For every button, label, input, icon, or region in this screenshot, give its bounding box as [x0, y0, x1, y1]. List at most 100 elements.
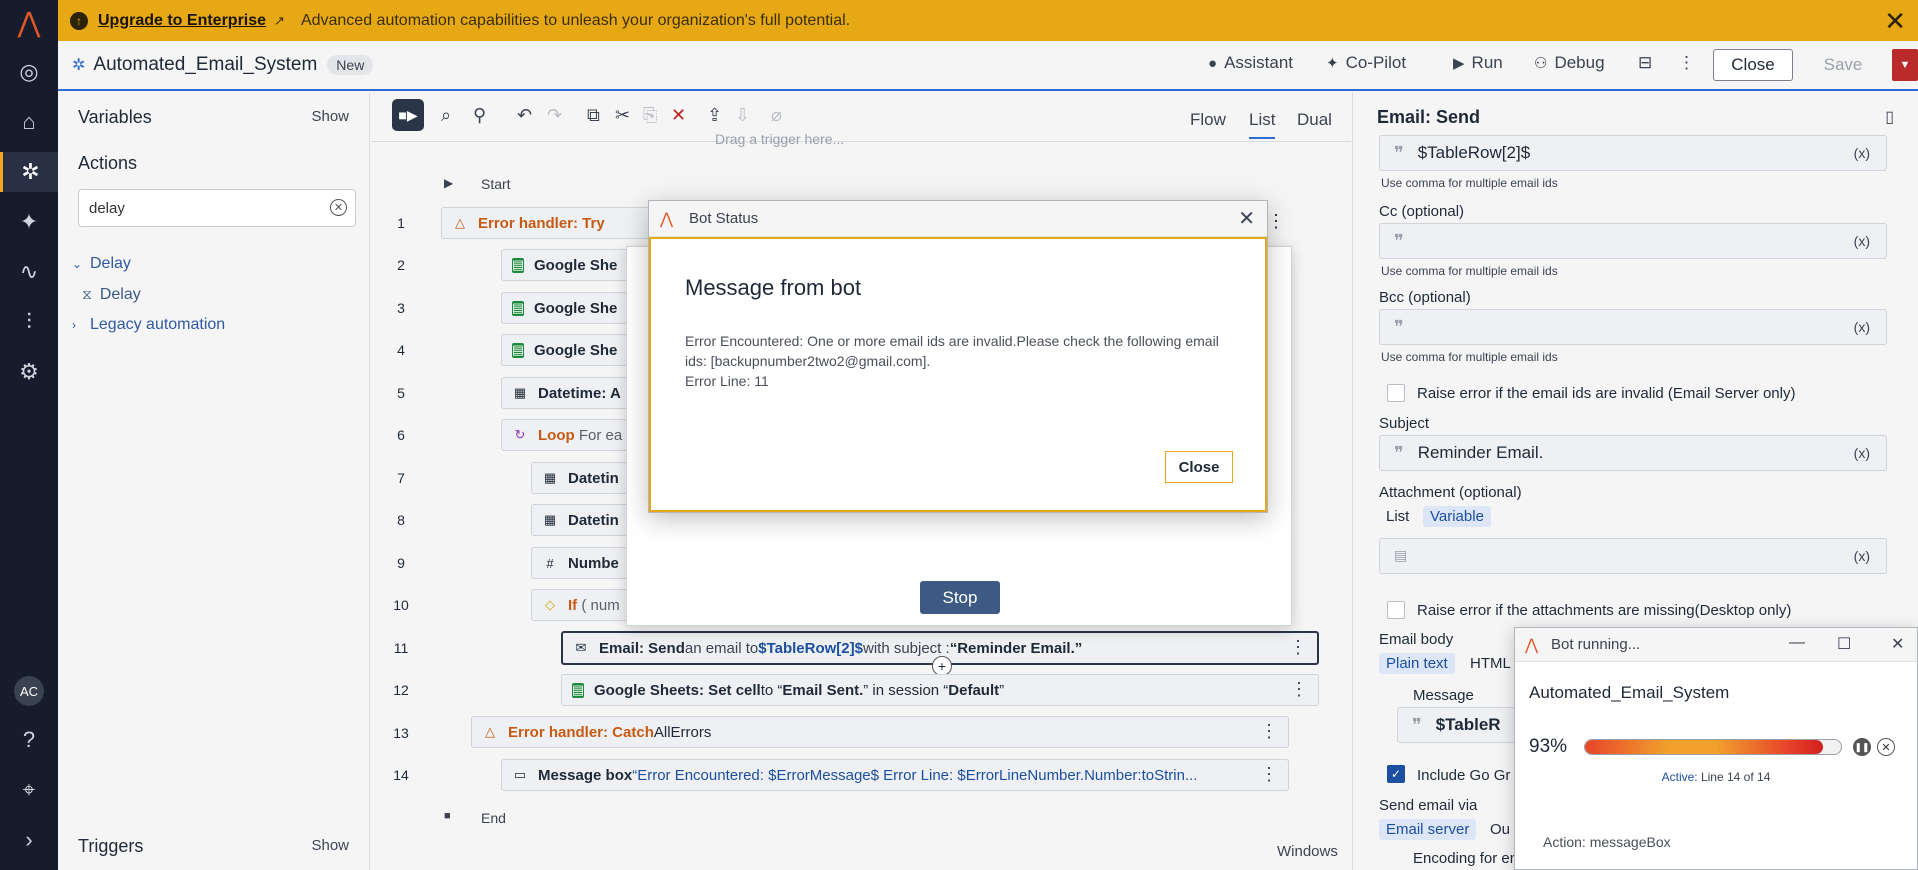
cc-field[interactable]: ❞ (x): [1379, 223, 1887, 259]
close-icon[interactable]: ✕: [1891, 634, 1904, 654]
dialog-close-button[interactable]: Close: [1165, 451, 1233, 483]
line-number: 11: [393, 640, 409, 656]
import-icon[interactable]: ⇩: [735, 105, 750, 126]
tree-item-legacy-automation[interactable]: › Legacy automation: [72, 316, 225, 334]
actions-search-input[interactable]: [78, 189, 356, 227]
upgrade-link[interactable]: Upgrade to Enterprise: [98, 12, 266, 30]
help-icon[interactable]: ?: [0, 720, 58, 760]
editor-header: ✲ Automated_Email_System New ● Assistant …: [58, 41, 1918, 91]
ai-icon[interactable]: ✦: [0, 202, 58, 242]
record-icon[interactable]: ■▶: [392, 99, 424, 131]
debug-button[interactable]: ⚇ Debug: [1534, 53, 1605, 73]
maximize-icon[interactable]: ☐: [1837, 634, 1851, 654]
automation-anywhere-logo-icon[interactable]: ⋀: [0, 2, 58, 42]
body-tab-plain-text[interactable]: Plain text: [1379, 653, 1455, 674]
automation-icon[interactable]: ✲: [0, 152, 58, 192]
clear-search-icon[interactable]: ✕: [330, 199, 347, 216]
activity-icon[interactable]: ∿: [0, 252, 58, 292]
search-icon[interactable]: ⚲: [473, 105, 486, 126]
stop-icon[interactable]: ✕: [1877, 738, 1895, 756]
raise-error-attachments-checkbox[interactable]: [1387, 601, 1405, 619]
manage-icon[interactable]: ⫶: [0, 302, 58, 342]
find-icon[interactable]: ⌕: [441, 105, 451, 126]
run-button[interactable]: ▶ Run: [1453, 53, 1503, 73]
variable-insert-icon[interactable]: (x): [1854, 233, 1870, 249]
location-icon[interactable]: ⌖: [0, 770, 58, 810]
stop-button[interactable]: Stop: [920, 581, 1000, 614]
add-action-icon[interactable]: +: [932, 656, 952, 676]
pause-icon[interactable]: ❚❚: [1853, 738, 1871, 756]
attachment-field[interactable]: ▤ (x): [1379, 538, 1887, 574]
end-stop-icon: ■: [444, 810, 451, 822]
loop-icon: ↻: [514, 427, 526, 442]
document-icon[interactable]: ▯: [1885, 107, 1894, 127]
dialog-close-icon[interactable]: ✕: [1238, 206, 1255, 231]
line-number: 2: [397, 257, 405, 273]
windows-label: Windows: [1277, 843, 1338, 860]
to-field[interactable]: ❞ $TableRow[2]$ (x): [1379, 135, 1887, 171]
tab-flow[interactable]: Flow: [1190, 110, 1226, 130]
disable-icon[interactable]: ⌀: [771, 105, 782, 126]
minimize-icon[interactable]: —: [1789, 634, 1805, 652]
delete-icon[interactable]: ✕: [671, 105, 686, 126]
paste-icon[interactable]: ⎘: [643, 105, 657, 126]
tab-dual[interactable]: Dual: [1297, 110, 1332, 130]
variable-insert-icon[interactable]: (x): [1854, 319, 1870, 335]
subject-field[interactable]: ❞ Reminder Email. (x): [1379, 435, 1887, 471]
include-checkbox[interactable]: ✓: [1387, 765, 1405, 783]
close-button[interactable]: Close: [1713, 49, 1793, 81]
line-number: 1: [397, 215, 405, 231]
variables-show-link[interactable]: Show: [311, 108, 349, 125]
attachment-tab-list[interactable]: List: [1379, 506, 1416, 527]
tree-item-delay-action[interactable]: ⧖ Delay: [82, 286, 141, 304]
progress-bar: [1584, 739, 1842, 755]
export-icon[interactable]: ⇪: [707, 105, 722, 126]
more-menu-icon[interactable]: ⋮: [1678, 53, 1695, 73]
bcc-field[interactable]: ❞ (x): [1379, 309, 1887, 345]
tab-list[interactable]: List: [1249, 110, 1276, 139]
tree-item-delay-group[interactable]: ⌄ Delay: [72, 255, 131, 273]
row-more-icon[interactable]: ⋮: [1290, 679, 1308, 700]
subject-label: Subject: [1379, 415, 1430, 432]
send-tab-email-server[interactable]: Email server: [1379, 819, 1477, 840]
redo-icon[interactable]: ↷: [547, 105, 562, 126]
send-tab-outlook[interactable]: Ou: [1483, 819, 1517, 840]
body-tab-html[interactable]: HTML: [1463, 653, 1518, 674]
row-more-icon[interactable]: ⋮: [1289, 637, 1307, 658]
triggers-show-link[interactable]: Show: [311, 837, 349, 854]
calendar-icon: ▦: [513, 385, 527, 400]
expand-icon[interactable]: ›: [0, 820, 58, 860]
cut-icon[interactable]: ✂: [615, 105, 630, 126]
undo-icon[interactable]: ↶: [517, 105, 532, 126]
settings-icon[interactable]: ⚙: [0, 352, 58, 392]
variable-insert-icon[interactable]: (x): [1854, 145, 1870, 161]
action-row-google-sheets-set-cell[interactable]: ▤ Google Sheets: Set cell to “Email Sent…: [561, 674, 1319, 706]
variable-insert-icon[interactable]: (x): [1854, 445, 1870, 461]
variable-insert-icon[interactable]: (x): [1854, 548, 1870, 564]
message-text: Error Encountered: One or more email ids…: [685, 331, 1225, 391]
row-more-icon[interactable]: ⋮: [1267, 211, 1285, 232]
if-diamond-icon: ◇: [545, 597, 555, 612]
action-row-error-catch[interactable]: ⌄ △ Error handler: Catch AllErrors ⋮: [471, 716, 1289, 748]
action-row-message-box[interactable]: ▭ Message box “Error Encountered: $Error…: [501, 759, 1289, 791]
attachment-tab-variable[interactable]: Variable: [1423, 506, 1491, 527]
dialog-body: Message from bot Error Encountered: One …: [649, 237, 1267, 512]
start-label: Start: [481, 176, 511, 192]
explore-icon[interactable]: ◎: [0, 52, 58, 92]
row-more-icon[interactable]: ⋮: [1260, 764, 1278, 785]
layout-icon[interactable]: ⊟: [1638, 53, 1652, 73]
home-icon[interactable]: ⌂: [0, 102, 58, 142]
active-label: Active:: [1661, 770, 1698, 784]
error-message: Error Encountered: One or more email ids…: [685, 333, 1219, 369]
copy-icon[interactable]: ⧉: [587, 105, 600, 126]
copilot-button[interactable]: ✦ Co-Pilot: [1326, 53, 1406, 73]
quote-icon: ❞: [1394, 316, 1404, 338]
row-more-icon[interactable]: ⋮: [1260, 721, 1278, 742]
banner-close-icon[interactable]: ✕: [1884, 6, 1906, 37]
save-button[interactable]: Save: [1800, 49, 1886, 81]
avatar[interactable]: AC: [14, 676, 44, 706]
save-dropdown-icon[interactable]: ▼: [1892, 49, 1918, 81]
raise-error-invalid-checkbox[interactable]: [1387, 384, 1405, 402]
list-icon: ▤: [1394, 548, 1408, 564]
assistant-button[interactable]: ● Assistant: [1208, 53, 1293, 73]
